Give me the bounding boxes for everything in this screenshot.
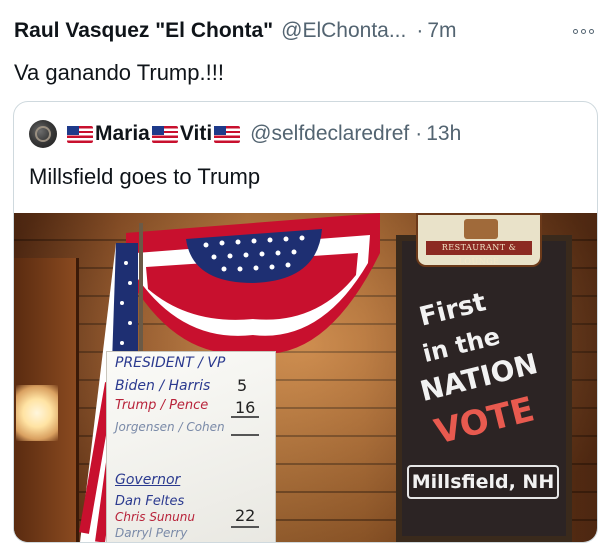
quoted-tweet-header: Maria Viti @selfdeclaredref · 13h	[29, 119, 461, 149]
name-part: Maria	[95, 122, 150, 145]
name-part: Viti	[179, 122, 213, 145]
whiteboard-line: Jorgensen / Cohen	[115, 420, 225, 434]
us-flag-icon	[67, 125, 93, 143]
separator-dot: ·	[415, 122, 423, 145]
more-options-icon[interactable]	[570, 20, 596, 42]
whiteboard-line: Biden / Harris	[115, 378, 211, 394]
whiteboard-line: Dan Feltes	[115, 494, 185, 509]
whiteboard-count: 16	[235, 398, 256, 417]
author-handle[interactable]: @ElChonta...	[281, 19, 406, 43]
avatar[interactable]	[29, 120, 57, 148]
quoted-timestamp[interactable]: 13h	[426, 122, 461, 146]
separator-dot: ·	[416, 19, 424, 42]
quoted-tweet-text: Millsfield goes to Trump	[29, 164, 261, 189]
tweet-text: Va ganando Trump.!!!	[14, 60, 224, 85]
author-name[interactable]: Raul Vasquez "El Chonta"	[14, 19, 273, 43]
whiteboard-line: Trump / Pence	[115, 398, 209, 413]
whiteboard-line: Chris Sununu	[115, 510, 195, 524]
tweet-timestamp[interactable]: 7m	[427, 19, 456, 43]
whiteboard-header: PRESIDENT / VP	[115, 355, 226, 371]
location-text: Millsfield, NH	[411, 471, 555, 493]
quoted-author-name[interactable]: Maria Viti	[65, 122, 242, 146]
wall-lamp	[16, 385, 58, 441]
cabin-icon	[464, 219, 498, 239]
us-flag-icon	[151, 125, 178, 143]
whiteboard-line: Governor	[115, 472, 181, 488]
quoted-tweet[interactable]: Maria Viti @selfdeclaredref · 13h Millsf…	[13, 101, 598, 543]
tweet-photo[interactable]: PRESIDENT / VP Biden / Harris 5 Trump / …	[14, 213, 597, 542]
whiteboard-count: 5	[237, 376, 248, 395]
tally-line	[231, 434, 259, 436]
restaurant-banner: RESTAURANT & LOUNGE	[426, 241, 532, 266]
location-plaque: Millsfield, NH	[407, 465, 559, 499]
tally-line	[231, 526, 259, 528]
quoted-author-handle[interactable]: @selfdeclaredref	[250, 122, 409, 146]
restaurant-sign: RESTAURANT & LOUNGE	[416, 213, 542, 267]
flag-bunting	[126, 213, 380, 354]
tally-line	[231, 416, 259, 418]
tweet-header: Raul Vasquez "El Chonta" @ElChonta... · …	[14, 16, 600, 46]
tally-whiteboard: PRESIDENT / VP Biden / Harris 5 Trump / …	[106, 351, 276, 542]
whiteboard-count: 22	[235, 506, 256, 525]
whiteboard-line: Darryl Perry	[115, 526, 188, 540]
us-flag-icon	[214, 125, 241, 143]
